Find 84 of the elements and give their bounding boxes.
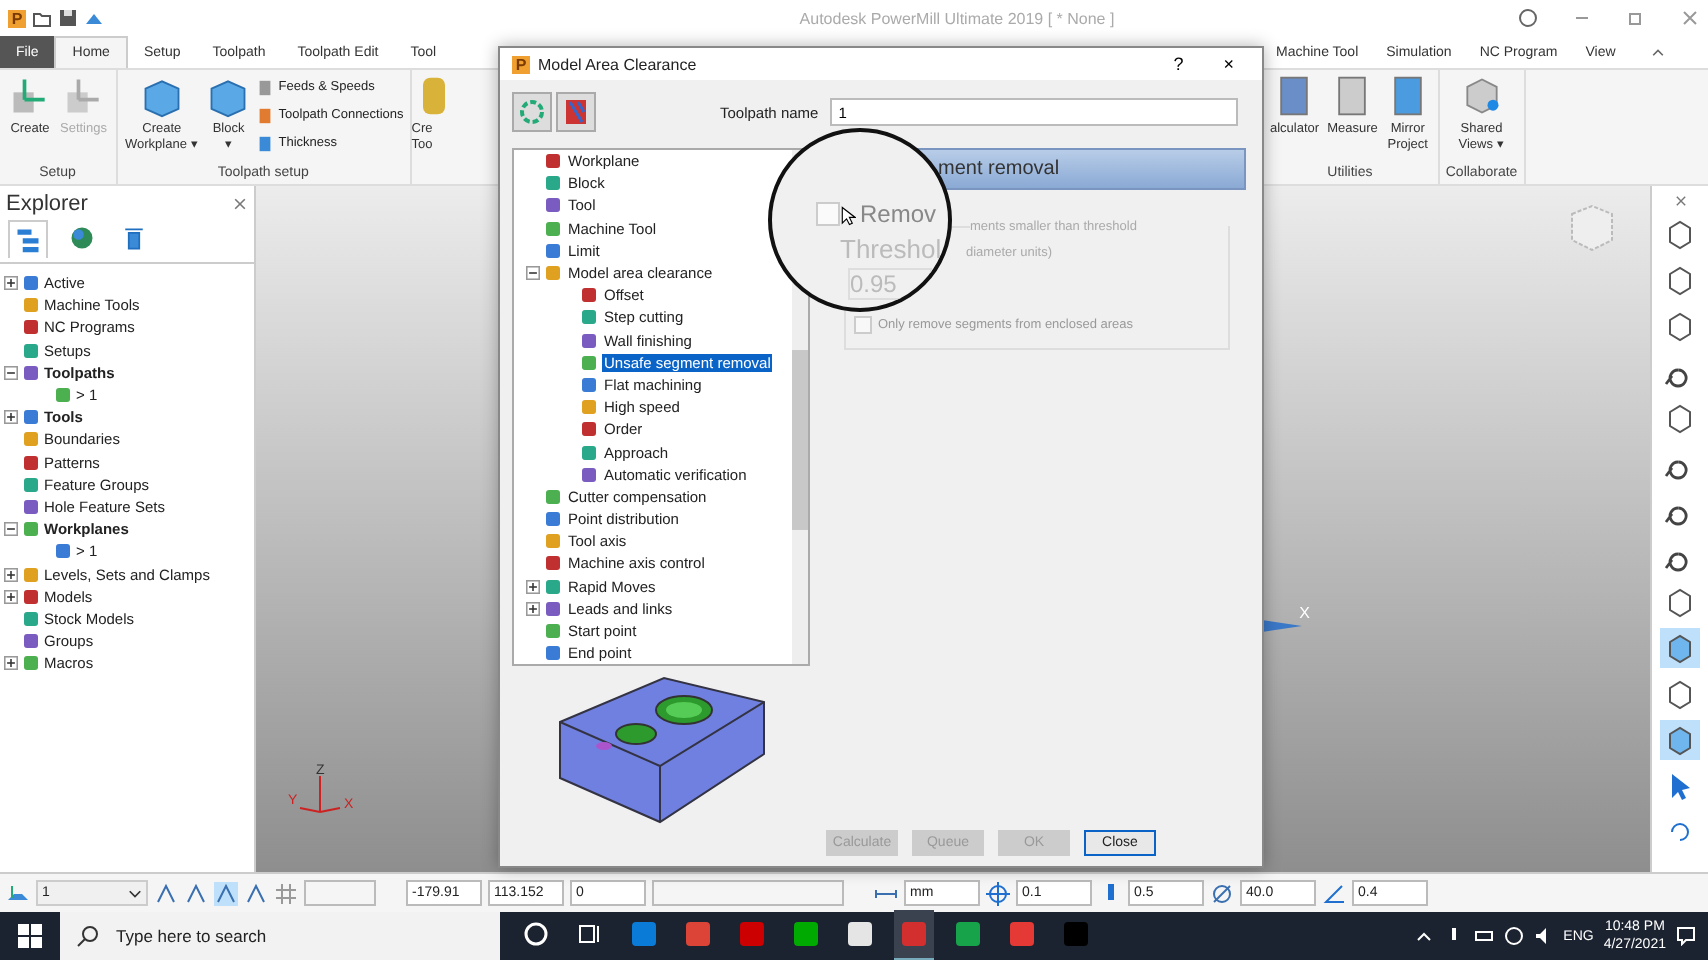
scroll-thumb[interactable] [792, 350, 808, 530]
square-icon [544, 532, 562, 551]
square-icon [22, 296, 40, 315]
square-icon [22, 609, 40, 628]
square-icon [54, 386, 72, 405]
angle-icon[interactable] [1322, 881, 1346, 905]
expander-icon[interactable] [4, 365, 18, 380]
square-icon [54, 542, 72, 561]
square-icon [22, 408, 40, 427]
square-icon [22, 632, 40, 651]
checkbox[interactable] [816, 202, 840, 226]
help-button[interactable]: ? [1157, 54, 1200, 74]
option-label: Remov [860, 200, 937, 228]
expander-icon[interactable] [4, 589, 18, 604]
crosshair-icon[interactable] [986, 881, 1010, 905]
expander-icon[interactable] [526, 579, 540, 594]
expander-icon[interactable] [4, 567, 18, 582]
grid-icon[interactable] [274, 881, 298, 905]
square-icon [544, 622, 562, 641]
square-icon [544, 487, 562, 506]
square-icon [544, 219, 562, 238]
search-icon [76, 924, 100, 948]
square-icon [544, 152, 562, 171]
app-logo: P [512, 55, 530, 73]
search-field[interactable]: Type here to search [60, 912, 500, 960]
square-icon [22, 654, 40, 673]
cursor-icon [840, 206, 856, 226]
input-field[interactable] [652, 880, 844, 906]
diameter-icon[interactable] [1210, 881, 1234, 905]
close-button[interactable]: × [1207, 54, 1250, 74]
expander-icon[interactable] [526, 266, 540, 281]
square-icon [22, 430, 40, 449]
notification-icon[interactable] [1676, 926, 1696, 946]
square-icon [544, 510, 562, 529]
square-icon [580, 308, 598, 327]
square-icon [22, 453, 40, 472]
save-icon[interactable] [58, 8, 78, 28]
square-icon [580, 286, 598, 305]
app-logo: P [8, 9, 26, 27]
square-icon [22, 497, 40, 516]
axis-label: X [1299, 604, 1310, 622]
close-icon[interactable] [1680, 8, 1700, 28]
tree-view-icon[interactable] [8, 220, 48, 258]
square-icon [22, 565, 40, 584]
square-icon [22, 520, 40, 539]
square-icon [544, 174, 562, 193]
square-icon [22, 318, 40, 337]
square-icon [580, 398, 598, 417]
square-icon [544, 554, 562, 573]
arrow-icon [1262, 616, 1302, 636]
square-icon [22, 363, 40, 382]
checkbox[interactable] [854, 316, 872, 334]
square-icon [22, 341, 40, 360]
square-icon [22, 274, 40, 293]
square-icon [544, 599, 562, 618]
square-icon [580, 375, 598, 394]
close-icon[interactable] [1673, 194, 1687, 208]
battery-icon[interactable] [1473, 926, 1494, 946]
square-icon [544, 577, 562, 596]
window-title: Autodesk PowerMill Ultimate 2019 [ * None ] [797, 9, 1117, 27]
expander-icon[interactable] [526, 601, 540, 616]
restore-icon[interactable] [1626, 8, 1646, 28]
pattern-icon[interactable] [556, 92, 596, 132]
square-icon [544, 241, 562, 260]
square-icon [544, 264, 562, 283]
expander-icon[interactable] [4, 522, 18, 537]
close-icon[interactable] [232, 196, 248, 212]
expander-icon[interactable] [4, 656, 18, 671]
input-field[interactable] [304, 880, 376, 906]
square-icon [22, 587, 40, 606]
square-icon [544, 196, 562, 215]
caret-icon [128, 886, 142, 900]
square-icon [580, 331, 598, 350]
square-icon [580, 353, 598, 372]
collapse-icon[interactable] [1649, 44, 1666, 60]
square-icon [544, 644, 562, 663]
square-icon [580, 443, 598, 462]
panel-title: Explorer [6, 192, 88, 216]
square-icon [580, 420, 598, 439]
expander-icon[interactable] [4, 410, 18, 425]
square-icon [580, 465, 598, 484]
square-icon [22, 475, 40, 494]
expander-icon[interactable] [4, 276, 18, 291]
dialog-title: Model Area Clearance [538, 55, 699, 73]
